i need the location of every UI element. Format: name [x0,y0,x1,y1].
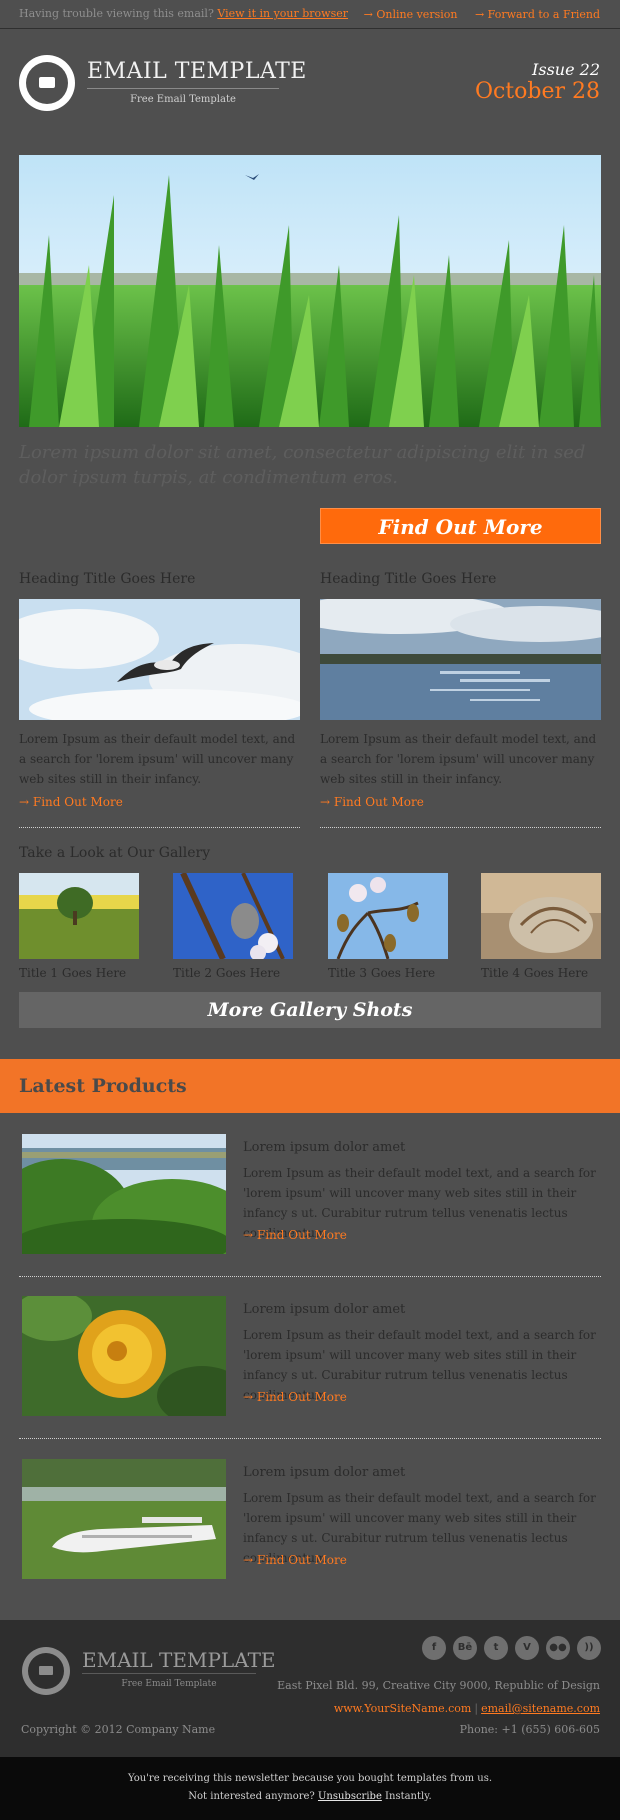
gallery-heading: Take a Look at Our Gallery [19,845,211,861]
trouble-text: Having trouble viewing this email? [19,7,214,20]
column-1-heading: Heading Title Goes Here [19,571,196,587]
footer-contact-links: www.YourSiteName.com | email@sitename.com [334,1702,600,1715]
footer-address: East Pixel Bld. 99, Creative City 9000, … [277,1679,600,1692]
product-3-link-label: Find Out More [256,1553,347,1567]
notice-line-1: You're receiving this newsletter because… [127,1773,493,1784]
column-1-text: Lorem Ipsum as their default model text,… [19,732,296,786]
logo-title: EMAIL TEMPLATE [87,59,307,84]
online-version-link[interactable]: → Online version [364,8,458,21]
footer-copyright: Copyright © 2012 Company Name [21,1723,216,1736]
website-link[interactable]: www.YourSiteName.com [334,1702,472,1715]
find-out-more-button[interactable]: Find Out More [320,508,601,544]
latest-products-heading: Latest Products [19,1075,187,1097]
gallery-image-2[interactable] [173,873,293,959]
logo-envelope-icon[interactable] [19,55,75,111]
footer-phone: Phone: +1 (655) 606-605 [459,1723,600,1736]
footer-logo-envelope-icon[interactable] [22,1647,70,1695]
product-2-link[interactable]: → Find Out More [243,1390,347,1404]
hero-image [19,155,601,427]
forward-label: Forward to a Friend [487,8,600,21]
product-1-link-label: Find Out More [256,1228,347,1242]
product-2-image[interactable] [22,1296,226,1416]
arrow-right-icon: → [474,8,485,21]
logo-divider [87,88,279,89]
column-1-link-label: Find Out More [32,795,123,809]
subscription-notice [0,1757,620,1820]
notice-text: Not interested anymore? [188,1791,315,1802]
product-1-image[interactable] [22,1134,226,1254]
gallery-image-3[interactable] [328,873,448,959]
flickr-icon[interactable]: ●● [546,1636,570,1660]
email-link[interactable]: email@sitename.com [481,1702,600,1715]
vimeo-icon[interactable]: V [515,1636,539,1660]
notice-text-end: Instantly. [385,1791,432,1802]
column-2-divider [320,827,601,828]
gallery-image-1[interactable] [19,873,139,959]
column-2-link[interactable]: → Find Out More [320,795,424,809]
facebook-icon[interactable]: f [422,1636,446,1660]
top-bar: Having trouble viewing this email? View … [0,0,620,29]
footer-logo-subtitle: Free Email Template [121,1679,217,1689]
gallery-caption-4: Title 4 Goes Here [481,966,589,980]
gallery-caption-1: Title 1 Goes Here [19,966,127,980]
product-3-link[interactable]: → Find Out More [243,1553,347,1567]
behance-icon[interactable]: Bē [453,1636,477,1660]
product-divider [19,1438,601,1439]
top-links: → Online version → Forward to a Friend [350,8,600,21]
product-2-title: Lorem ipsum dolor amet [243,1302,406,1317]
issue-date: October 28 [474,79,600,104]
hero-text: Lorem ipsum dolor sit amet, consectetur … [19,442,586,488]
product-3-image[interactable] [22,1459,226,1579]
trouble-viewing: Having trouble viewing this email? View … [19,7,348,20]
rss-icon[interactable]: )) [577,1636,601,1660]
notice-line-2: Not interested anymore? Unsubscribe Inst… [0,1791,620,1802]
product-1-link[interactable]: → Find Out More [243,1228,347,1242]
more-gallery-button[interactable]: More Gallery Shots [19,992,601,1028]
product-1-title: Lorem ipsum dolor amet [243,1140,406,1155]
footer-logo-divider [82,1673,256,1674]
online-version-label: Online version [376,8,458,21]
column-2-link-label: Find Out More [333,795,424,809]
column-1-divider [19,827,300,828]
divider: | [474,1702,479,1715]
column-1-image [19,599,300,720]
arrow-right-icon: → [363,8,373,21]
product-divider [19,1276,601,1277]
gallery-caption-3: Title 3 Goes Here [328,966,436,980]
column-2-image [320,599,601,720]
footer-logo-title: EMAIL TEMPLATE [82,1648,276,1672]
gallery-image-4[interactable] [481,873,601,959]
issue-number: Issue 22 [532,60,600,79]
column-2-text: Lorem Ipsum as their default model text,… [320,732,597,786]
gallery-caption-2: Title 2 Goes Here [173,966,281,980]
product-2-link-label: Find Out More [256,1390,347,1404]
twitter-icon[interactable]: t [484,1636,508,1660]
unsubscribe-link[interactable]: Unsubscribe [318,1791,382,1802]
logo-subtitle: Free Email Template [130,94,236,105]
column-2-heading: Heading Title Goes Here [320,571,497,587]
forward-friend-link[interactable]: → Forward to a Friend [475,8,600,21]
column-1-link[interactable]: → Find Out More [19,795,123,809]
product-3-title: Lorem ipsum dolor amet [243,1465,406,1480]
view-in-browser-link[interactable]: View it in your browser [217,7,348,20]
